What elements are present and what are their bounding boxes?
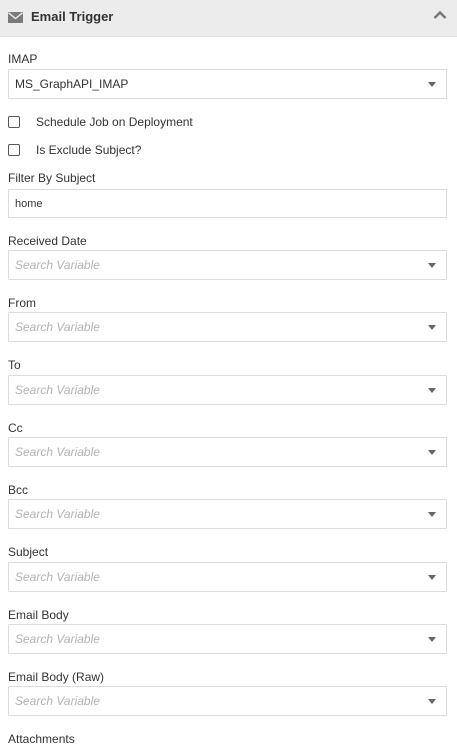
- caret-down-icon: [428, 325, 436, 330]
- to-placeholder: Search Variable: [15, 383, 100, 397]
- exclude-subject-label[interactable]: Is Exclude Subject?: [36, 143, 141, 157]
- to-select[interactable]: Search Variable: [8, 375, 447, 405]
- filter-subject-input[interactable]: [8, 189, 447, 218]
- email-body-raw-placeholder: Search Variable: [15, 694, 100, 708]
- schedule-job-checkbox[interactable]: [8, 116, 20, 128]
- panel-header[interactable]: Email Trigger: [0, 0, 457, 37]
- subject-select[interactable]: Search Variable: [8, 562, 447, 592]
- received-date-label: Received Date: [8, 234, 87, 248]
- to-label: To: [8, 358, 21, 372]
- from-label: From: [8, 296, 36, 310]
- envelope-icon: [8, 12, 23, 23]
- caret-down-icon: [428, 82, 436, 87]
- attachments-label: Attachments: [8, 732, 75, 746]
- imap-value: MS_GraphAPI_IMAP: [15, 77, 129, 91]
- from-placeholder: Search Variable: [15, 320, 100, 334]
- subject-label: Subject: [8, 545, 49, 559]
- bcc-placeholder: Search Variable: [15, 507, 100, 521]
- email-body-label: Email Body: [8, 608, 69, 622]
- caret-down-icon: [428, 637, 436, 642]
- filter-subject-label: Filter By Subject: [8, 171, 96, 185]
- from-select[interactable]: Search Variable: [8, 312, 447, 342]
- received-date-select[interactable]: Search Variable: [8, 250, 447, 280]
- bcc-label: Bcc: [8, 483, 29, 497]
- caret-down-icon: [428, 450, 436, 455]
- schedule-job-label[interactable]: Schedule Job on Deployment: [36, 115, 193, 129]
- caret-down-icon: [428, 575, 436, 580]
- cc-placeholder: Search Variable: [15, 445, 100, 459]
- email-body-placeholder: Search Variable: [15, 632, 100, 646]
- caret-down-icon: [428, 388, 436, 393]
- imap-label: IMAP: [8, 52, 38, 66]
- caret-down-icon: [428, 512, 436, 517]
- email-body-raw-select[interactable]: Search Variable: [8, 686, 447, 716]
- panel-title: Email Trigger: [31, 9, 114, 24]
- email-body-raw-label: Email Body (Raw): [8, 670, 105, 684]
- cc-select[interactable]: Search Variable: [8, 437, 447, 467]
- caret-down-icon: [428, 699, 436, 704]
- chevron-up-icon[interactable]: [433, 10, 447, 20]
- caret-down-icon: [428, 263, 436, 268]
- received-date-placeholder: Search Variable: [15, 258, 100, 272]
- email-body-select[interactable]: Search Variable: [8, 624, 447, 654]
- cc-label: Cc: [8, 421, 23, 435]
- exclude-subject-checkbox[interactable]: [8, 144, 20, 156]
- subject-placeholder: Search Variable: [15, 570, 100, 584]
- imap-select[interactable]: MS_GraphAPI_IMAP: [8, 69, 447, 99]
- bcc-select[interactable]: Search Variable: [8, 499, 447, 529]
